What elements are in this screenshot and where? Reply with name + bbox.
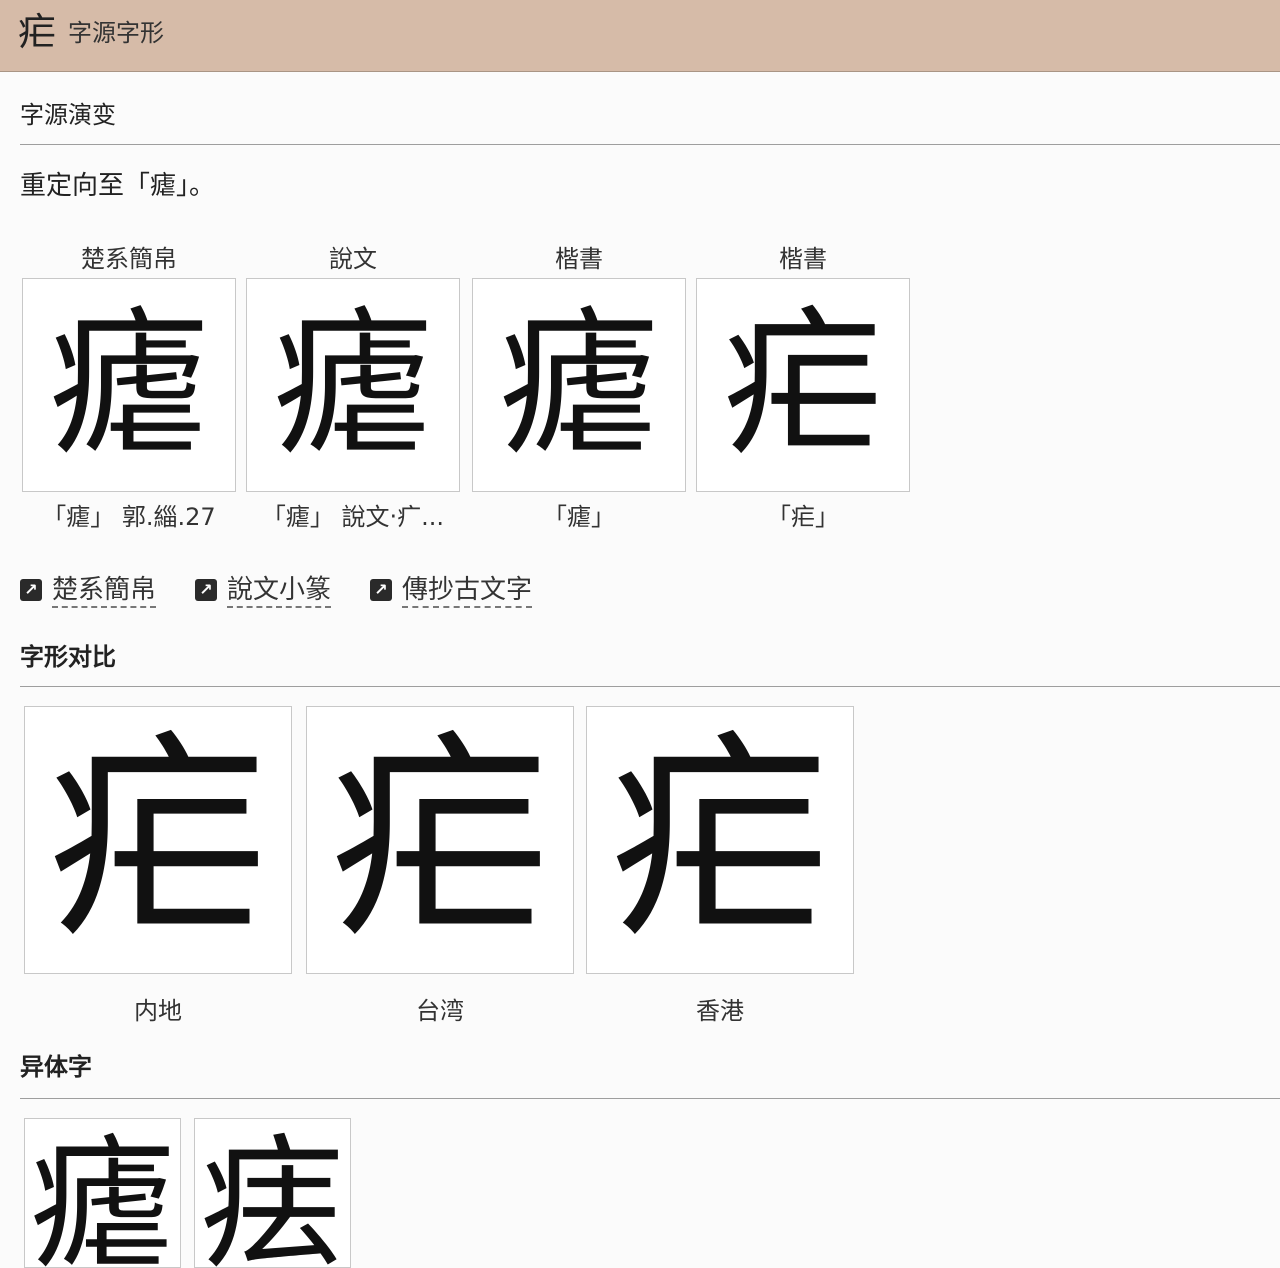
variants-section-title: 异体字: [20, 1053, 92, 1081]
divider: [20, 686, 1280, 687]
variant-glyph: 瘧: [30, 1121, 175, 1268]
evolution-glyph: 瘧: [48, 291, 209, 478]
external-link-icon: ↗: [195, 579, 217, 601]
comparison-region-label: 内地: [134, 997, 182, 1025]
evolution-glyph-box[interactable]: 疟: [696, 278, 910, 492]
external-link-icon: ↗: [20, 579, 42, 601]
comparison-section-title: 字形对比: [20, 643, 116, 671]
redirect-note: 重定向至「瘧」。: [20, 171, 216, 201]
evolution-section-title: 字源演变: [20, 101, 116, 129]
evolution-item-caption: 「瘧」 說文‧疒...: [261, 503, 445, 531]
evolution-glyph: 瘧: [498, 291, 659, 478]
page-header: 疟 字源字形: [0, 0, 1280, 72]
comparison-glyph-box[interactable]: 疟: [586, 706, 854, 974]
evolution-glyph: 疟: [722, 291, 883, 478]
evolution-item-label: 楷書: [555, 245, 603, 273]
external-link-icon: ↗: [370, 579, 392, 601]
evolution-item-caption: 「疟」: [767, 503, 839, 531]
header-glyph: 疟: [18, 10, 57, 54]
variant-glyph-box[interactable]: 㾀: [194, 1118, 351, 1268]
evolution-glyph-box[interactable]: 瘧: [22, 278, 236, 492]
evolution-glyph-box[interactable]: 瘧: [246, 278, 460, 492]
comparison-glyph-box[interactable]: 疟: [306, 706, 574, 974]
divider: [20, 1098, 1280, 1099]
link-label[interactable]: 傳抄古文字: [402, 574, 533, 608]
link-label[interactable]: 楚系簡帛: [52, 574, 157, 608]
link-label[interactable]: 說文小篆: [227, 574, 332, 608]
comparison-glyph-box[interactable]: 疟: [24, 706, 292, 974]
evolution-item-label: 楚系簡帛: [81, 245, 177, 273]
evolution-item-caption: 「瘧」 郭.緇.27: [42, 503, 216, 531]
divider: [20, 144, 1280, 145]
evolution-item-caption: 「瘧」: [543, 503, 615, 531]
comparison-glyph: 疟: [47, 712, 268, 968]
evolution-item-label: 楷書: [779, 245, 827, 273]
comparison-glyph: 疟: [329, 712, 550, 968]
header-title: 字源字形: [68, 19, 164, 47]
variant-glyph-box[interactable]: 瘧: [24, 1118, 181, 1268]
evolution-glyph: 瘧: [272, 291, 433, 478]
comparison-region-label: 香港: [696, 997, 744, 1025]
comparison-region-label: 台湾: [416, 997, 464, 1025]
comparison-glyph: 疟: [609, 712, 830, 968]
variant-glyph: 㾀: [200, 1121, 345, 1268]
evolution-item-label: 說文: [329, 245, 377, 273]
evolution-glyph-box[interactable]: 瘧: [472, 278, 686, 492]
